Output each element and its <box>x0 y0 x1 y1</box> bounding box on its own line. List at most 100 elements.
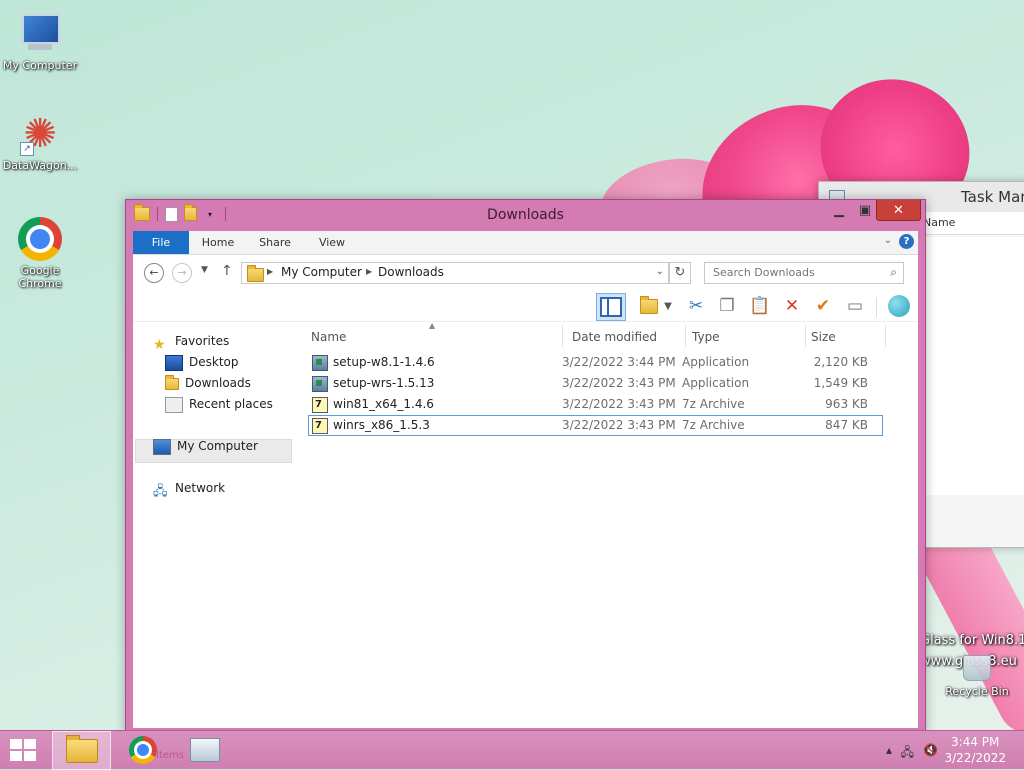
apply-button[interactable]: ✔ <box>810 293 836 319</box>
nav-label: Recent places <box>189 397 273 411</box>
breadcrumb-my-computer[interactable]: My Computer <box>281 265 362 279</box>
window-titlebar[interactable]: ▾ Downloads ▁ ▣ ✕ <box>126 200 925 231</box>
preview-pane-button[interactable] <box>596 293 626 321</box>
file-row[interactable]: win81_x64_1.4.6 3/22/2022 3:43 PM 7z Arc… <box>308 395 881 414</box>
address-dropdown-icon[interactable]: ⌄ <box>656 266 664 277</box>
file-name: setup-w8.1-1.4.6 <box>333 355 435 369</box>
file-row[interactable]: setup-wrs-1.5.13 3/22/2022 3:43 PM Appli… <box>308 374 881 393</box>
computer-icon <box>18 12 62 56</box>
column-header-name[interactable]: Name <box>311 327 346 347</box>
desktop-icon-label: My Computer <box>2 59 78 72</box>
checkmark-icon: ✔ <box>815 296 831 316</box>
desktop-icon-datawagon[interactable]: ✺ ↗ DataWagon... <box>0 112 80 172</box>
back-button[interactable]: ← <box>144 263 164 283</box>
file-row[interactable]: setup-w8.1-1.4.6 3/22/2022 3:44 PM Appli… <box>308 353 881 372</box>
task-manager-col-name[interactable]: Name <box>923 216 955 229</box>
nav-desktop[interactable]: Desktop <box>165 352 239 372</box>
star-icon: ★ <box>153 336 166 353</box>
nav-favorites[interactable]: ★ Favorites <box>153 331 229 353</box>
nav-downloads[interactable]: Downloads <box>165 373 251 393</box>
chrome-icon <box>18 217 62 261</box>
tab-file[interactable]: File <box>133 231 189 254</box>
refresh-button[interactable]: ↻ <box>669 262 691 284</box>
address-input[interactable]: ▶ My Computer ▶ Downloads ⌄ <box>241 262 669 284</box>
cut-button[interactable]: ✂ <box>683 293 709 319</box>
desktop-icon-label: Google Chrome <box>18 264 62 290</box>
task-manager-icon <box>189 737 220 762</box>
delete-button[interactable]: ✕ <box>779 293 805 319</box>
recycle-bin-icon <box>963 655 991 681</box>
nav-my-computer[interactable]: My Computer <box>153 436 258 456</box>
expand-ribbon-icon[interactable]: ⌄ <box>884 235 892 246</box>
column-header-type[interactable]: Type <box>692 327 720 347</box>
volume-muted-icon[interactable]: 🔇 <box>923 743 938 757</box>
file-date: 3/22/2022 3:43 PM <box>562 418 676 432</box>
minimize-button[interactable]: ▁ <box>826 200 852 220</box>
file-type: 7z Archive <box>682 397 745 411</box>
search-input[interactable] <box>711 265 883 280</box>
file-size: 847 KB <box>825 418 868 432</box>
delete-x-icon: ✕ <box>784 296 800 316</box>
sort-ascending-icon: ▲ <box>429 321 436 330</box>
task-manager-title: Task Manager <box>961 188 1024 206</box>
paste-button[interactable]: 📋 <box>747 293 773 319</box>
file-size: 1,549 KB <box>813 376 868 390</box>
close-button[interactable]: ✕ <box>876 200 921 221</box>
globe-icon[interactable] <box>888 295 910 317</box>
file-size: 963 KB <box>825 397 868 411</box>
breadcrumb-downloads[interactable]: Downloads <box>378 265 444 279</box>
nav-recent-places[interactable]: Recent places <box>165 394 273 414</box>
taskbar-task-manager[interactable] <box>176 731 233 768</box>
tab-view[interactable]: View <box>307 231 357 254</box>
taskbar: Items ▴ 🖧 🔇 3:44 PM 3/22/2022 <box>0 730 1024 770</box>
folder-options-button[interactable] <box>636 293 662 319</box>
column-label: Date modified <box>572 330 658 344</box>
computer-icon <box>153 438 171 455</box>
maximize-button[interactable]: ▣ <box>852 200 878 220</box>
desktop-icon-my-computer[interactable]: My Computer <box>0 12 80 72</box>
show-hidden-icons-icon[interactable]: ▴ <box>886 743 892 757</box>
breadcrumb-chevron-icon[interactable]: ▶ <box>366 267 372 276</box>
clipboard-icon: 📋 <box>749 296 771 316</box>
explorer-content: ★ Favorites Desktop Downloads Recent plac… <box>133 321 918 728</box>
network-tray-icon[interactable]: 🖧 <box>901 743 914 764</box>
file-date: 3/22/2022 3:44 PM <box>562 355 676 369</box>
file-size: 2,120 KB <box>813 355 868 369</box>
search-box[interactable]: ⌕ <box>704 262 904 284</box>
column-header-date[interactable]: Date modified <box>572 327 657 347</box>
rename-icon: ▭ <box>846 296 864 316</box>
column-header-size[interactable]: Size <box>811 327 836 347</box>
nav-network[interactable]: 🖧 Network <box>153 478 225 499</box>
command-toolbar: ▼ ✂ ❐ 📋 ✕ ✔ ▭ <box>133 291 918 322</box>
forward-button[interactable]: → <box>172 263 192 283</box>
application-icon <box>312 375 328 392</box>
tab-share[interactable]: Share <box>250 231 300 254</box>
archive-icon <box>312 416 328 435</box>
recent-locations-dropdown[interactable]: ▼ <box>201 265 208 275</box>
tab-home[interactable]: Home <box>193 231 243 254</box>
desktop-icon-chrome[interactable]: Google Chrome <box>0 217 80 290</box>
search-icon[interactable]: ⌕ <box>890 265 897 280</box>
copy-button[interactable]: ❐ <box>714 293 740 319</box>
rename-button[interactable]: ▭ <box>842 293 868 319</box>
file-row-selected[interactable]: winrs_x86_1.5.3 3/22/2022 3:43 PM 7z Arc… <box>308 415 883 436</box>
help-icon[interactable]: ? <box>899 234 914 249</box>
explorer-window[interactable]: ▾ Downloads ▁ ▣ ✕ File Home Share View ⌄… <box>125 199 926 734</box>
chevron-down-icon[interactable]: ▼ <box>661 293 675 319</box>
folder-options-icon <box>640 295 658 314</box>
desktop-icon-recycle-bin[interactable]: Recycle Bin <box>942 655 1012 698</box>
file-type: Application <box>682 376 750 390</box>
nav-label: Desktop <box>189 355 239 369</box>
taskbar-explorer[interactable] <box>52 731 111 770</box>
downloads-folder-icon <box>165 374 179 390</box>
file-name: win81_x64_1.4.6 <box>333 397 434 411</box>
clock[interactable]: 3:44 PM 3/22/2022 <box>944 734 1006 766</box>
breadcrumb-chevron-icon[interactable]: ▶ <box>267 267 273 276</box>
archive-icon <box>312 395 328 414</box>
nav-label: Downloads <box>185 376 251 390</box>
application-icon <box>312 354 328 371</box>
up-button[interactable]: ↑ <box>221 263 233 279</box>
start-button[interactable] <box>10 739 38 761</box>
nav-label: My Computer <box>177 439 258 453</box>
file-date: 3/22/2022 3:43 PM <box>562 376 676 390</box>
